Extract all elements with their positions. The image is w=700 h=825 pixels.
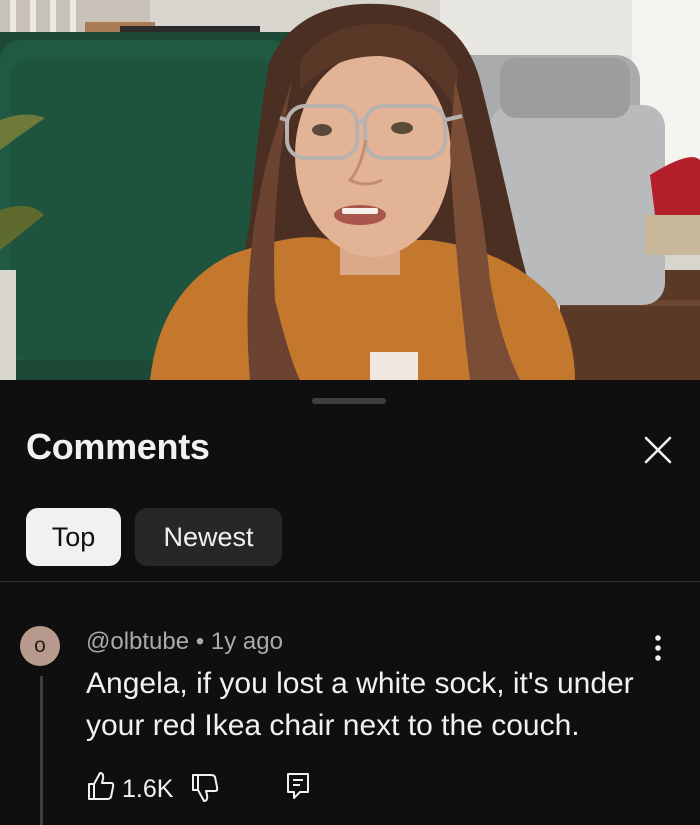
- thumbs-up-icon: [88, 772, 115, 800]
- sort-chip-newest[interactable]: Newest: [135, 508, 282, 566]
- video-frame-image: [0, 0, 700, 380]
- close-icon: [644, 436, 672, 464]
- comments-panel: Comments Top Newest o @olbtube • 1y ago …: [0, 380, 700, 825]
- panel-title: Comments: [26, 426, 210, 467]
- like-count: 1.6K: [122, 775, 174, 803]
- video-player[interactable]: [0, 0, 700, 380]
- divider: [0, 581, 700, 582]
- avatar[interactable]: o: [20, 626, 60, 666]
- sort-chip-top[interactable]: Top: [26, 508, 121, 566]
- comment-time: 1y ago: [210, 628, 283, 655]
- comment-text: Angela, if you lost a white sock, it's u…: [86, 667, 634, 742]
- more-vertical-icon: [655, 635, 661, 661]
- thumbs-down-icon: [192, 774, 219, 802]
- close-button[interactable]: [638, 430, 678, 470]
- like-button[interactable]: [86, 770, 116, 807]
- comment-more-button[interactable]: [648, 630, 668, 666]
- reply-button[interactable]: [284, 770, 312, 807]
- dislike-button[interactable]: [190, 772, 220, 809]
- thread-line: [40, 676, 43, 825]
- comment-meta: @olbtube • 1y ago: [86, 628, 283, 656]
- drag-handle[interactable]: [312, 398, 386, 404]
- meta-separator: •: [189, 628, 211, 655]
- reply-comment-icon: [287, 773, 309, 799]
- comment-author[interactable]: @olbtube: [86, 628, 189, 655]
